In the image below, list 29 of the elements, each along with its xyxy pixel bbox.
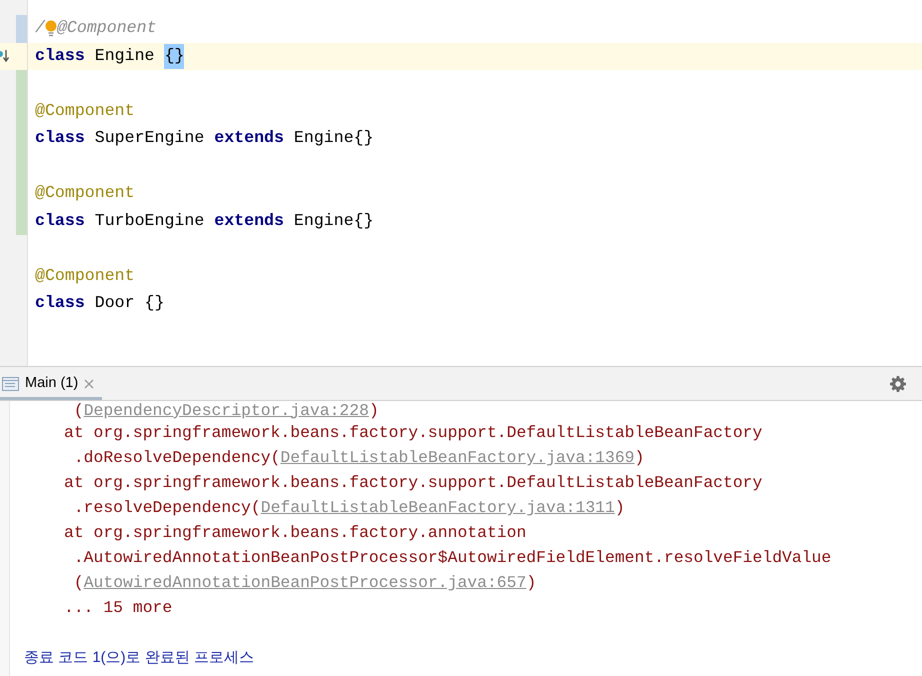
arrow-down-icon[interactable]: [0, 48, 9, 62]
console-line: 종료 코드 1(으)로 완료된 프로세스: [24, 648, 254, 668]
console-line: at org.springframework.beans.factory.support.DefaultListableBeanFactory: [64, 422, 762, 444]
code-line: @Component: [34, 100, 136, 122]
console-line: .AutowiredAnnotationBeanPostProcessor$AutowiredFieldElement.resolveFieldValue: [72, 547, 832, 570]
lightbulb-icon[interactable]: [44, 20, 57, 38]
code-line: class TurboEngine extends Engine{}: [34, 210, 375, 232]
code-line: class Door {}: [34, 292, 166, 314]
console-line: (DependencyDescriptor.java:228): [72, 401, 379, 422]
code-line: @Component: [34, 264, 136, 287]
change-marker[interactable]: [16, 70, 27, 98]
source-link[interactable]: DependencyDescriptor.java:228: [84, 401, 369, 420]
console-line: at org.springframework.beans.factory.support.DefaultListableBeanFactory: [64, 472, 762, 494]
code-line: / @Component: [34, 17, 158, 40]
console-line: ... 15 more: [64, 597, 172, 620]
source-link[interactable]: DefaultListableBeanFactory.java:1311: [260, 498, 615, 518]
settings-icon[interactable]: [890, 376, 906, 392]
console-line: .doResolveDependency(DefaultListableBeanFactory.java:1369): [72, 447, 644, 470]
code-line: class SuperEngine extends Engine{}: [34, 127, 375, 150]
source-link[interactable]: AutowiredAnnotationBeanPostProcessor.java:657: [84, 573, 526, 592]
change-marker[interactable]: [16, 15, 27, 42]
console-line: .resolveDependency(DefaultListableBeanFactory.java:1311): [72, 497, 625, 520]
source-link[interactable]: DefaultListableBeanFactory.java:1369: [280, 448, 635, 468]
code-line: @Component: [34, 182, 136, 204]
run-tab[interactable]: Main (1): [0, 367, 102, 400]
console-line: (AutowiredAnnotationBeanPostProcessor.java:657): [72, 572, 536, 594]
change-marker[interactable]: [16, 208, 27, 235]
console-line: at org.springframework.beans.factory.annotation: [64, 522, 526, 544]
close-icon[interactable]: [84, 378, 94, 388]
